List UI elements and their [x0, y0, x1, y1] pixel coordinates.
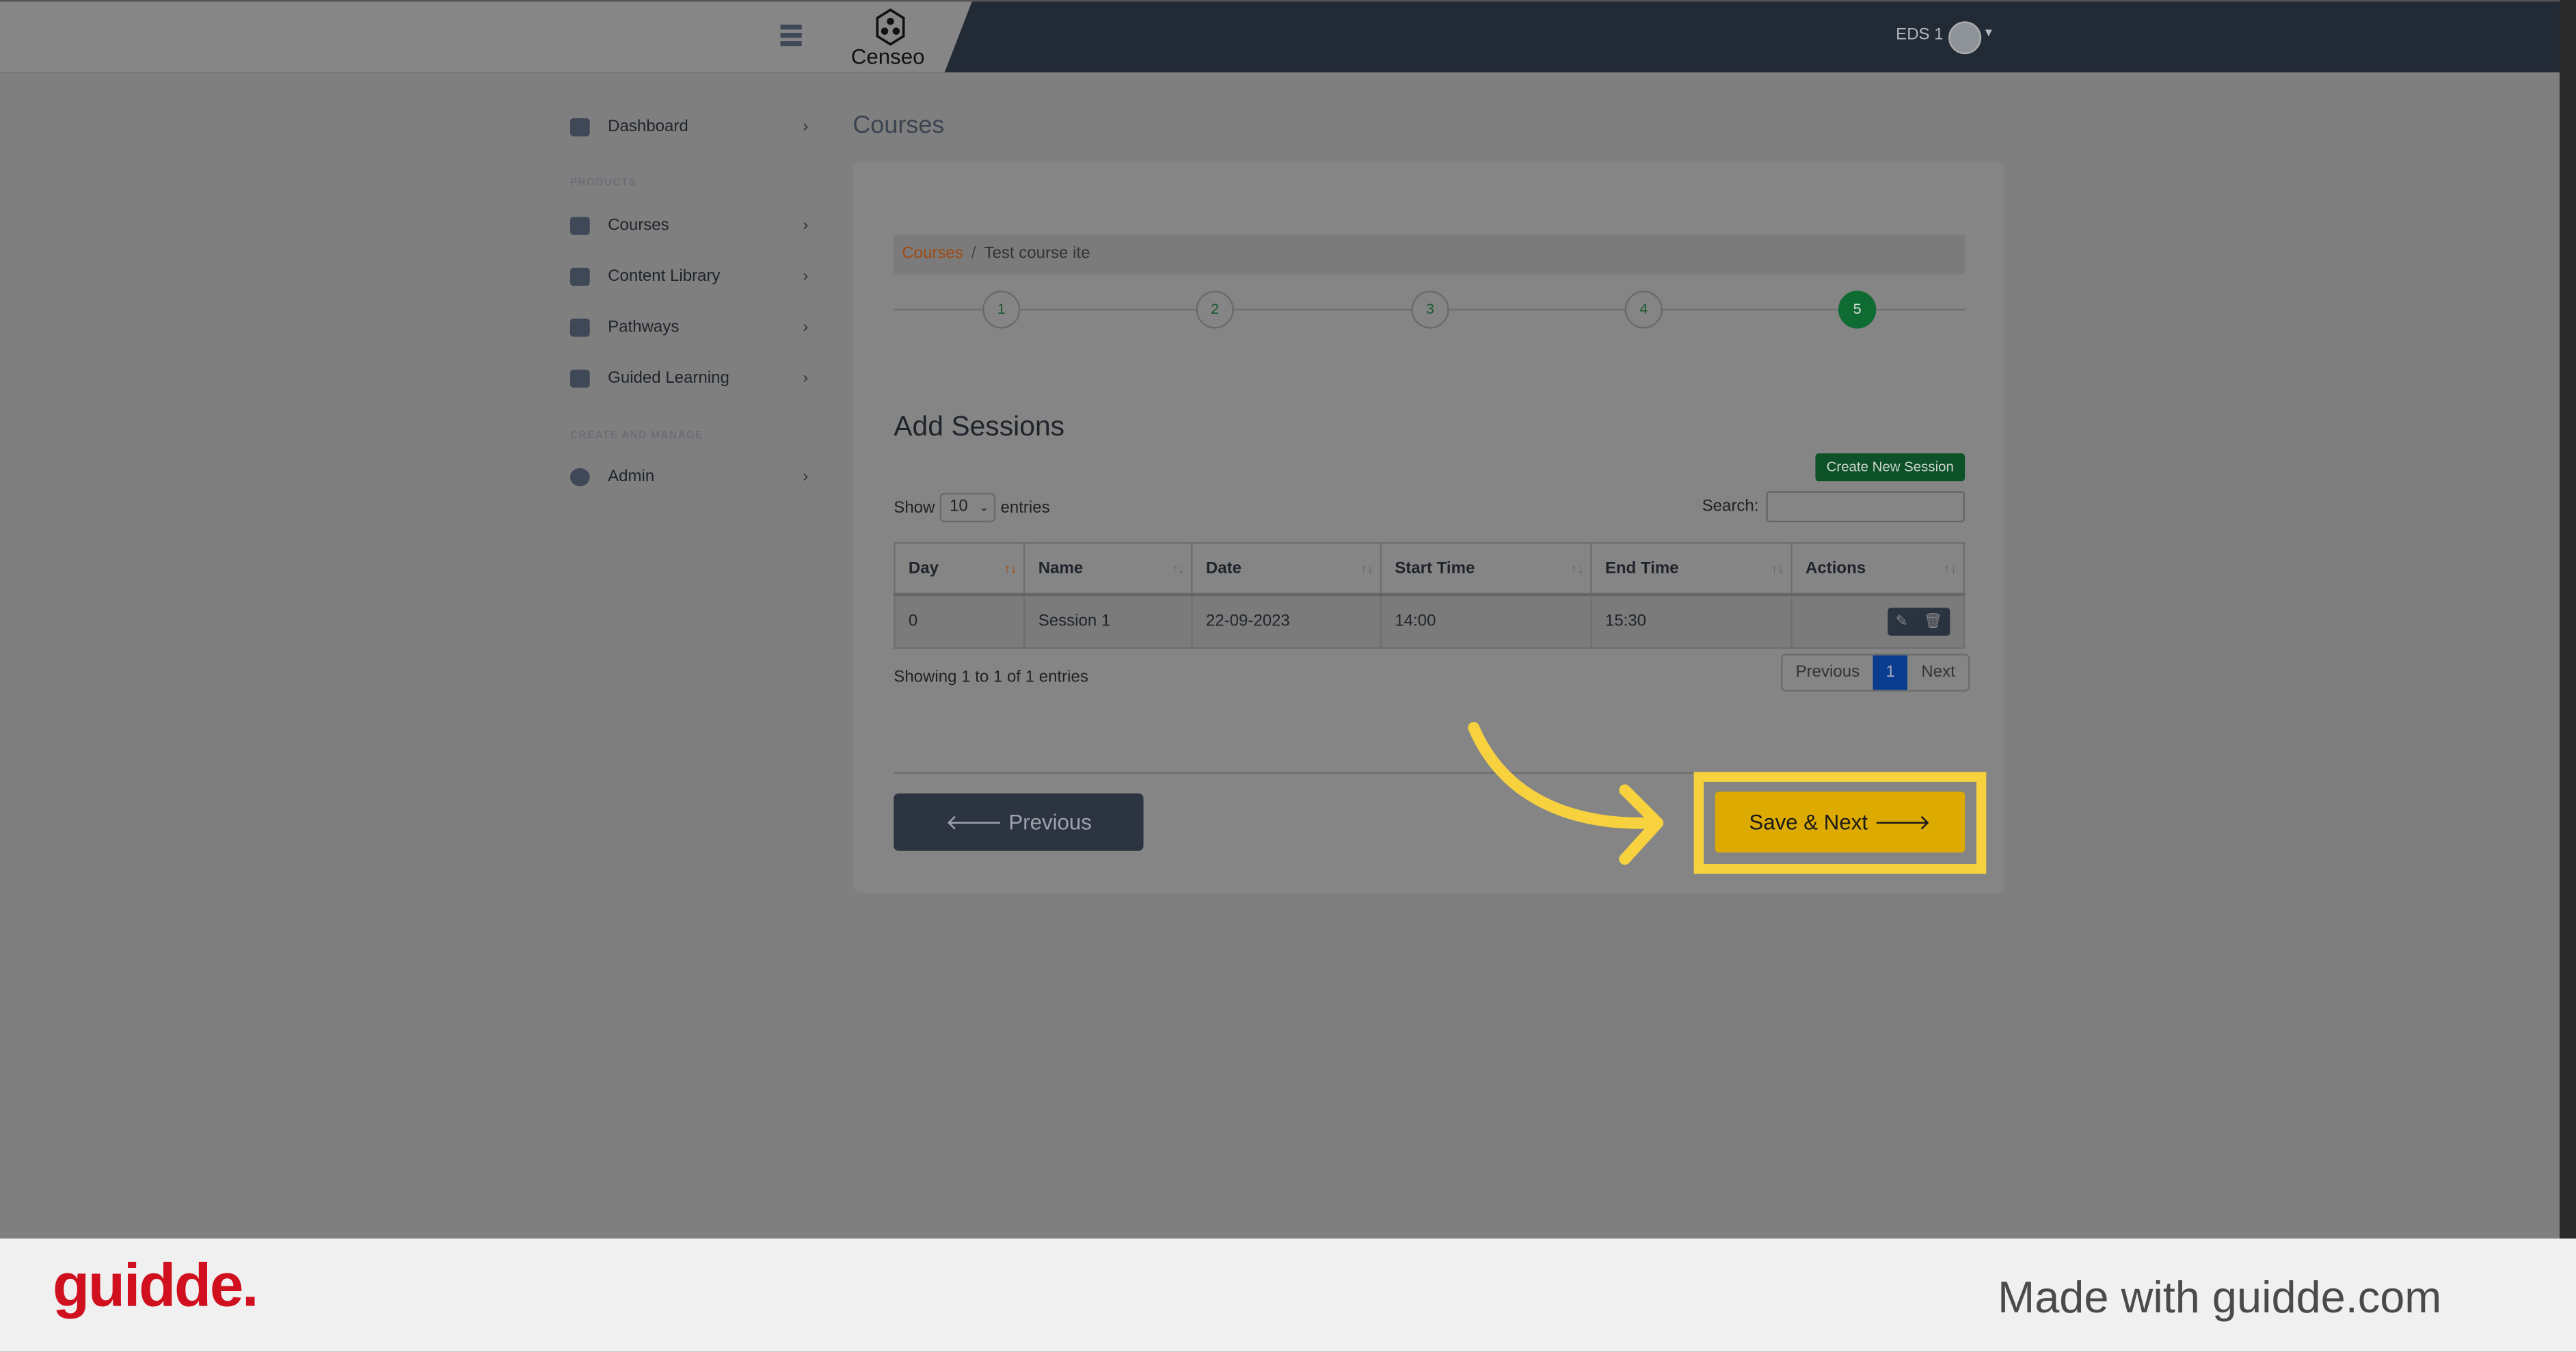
pagination-previous[interactable]: Previous [1782, 655, 1873, 690]
create-new-session-button[interactable]: Create New Session [1815, 453, 1965, 482]
entries-length: Show 10 ⌄ entries [894, 492, 1050, 523]
section-title: Add Sessions [894, 410, 1065, 442]
pointer-arrow-icon [1468, 722, 1664, 865]
breadcrumb-courses[interactable]: Courses [902, 245, 963, 262]
dashboard-icon [569, 118, 590, 137]
sort-asc-icon: ↑↓ [1004, 561, 1017, 577]
col-label: Date [1205, 559, 1242, 578]
col-actions[interactable]: Actions ↑↓ [1790, 542, 1965, 597]
book-icon [569, 267, 590, 286]
page-title: Courses [853, 111, 945, 140]
clipboard-icon [569, 369, 590, 388]
chevron-right-icon: › [803, 217, 809, 235]
pagination-page-1[interactable]: 1 [1873, 655, 1909, 690]
entries-label: entries [1000, 498, 1050, 517]
sidebar-item-label: Courses [608, 217, 669, 235]
sidebar-item-admin[interactable]: Admin › [569, 468, 809, 487]
cell-actions: ✎ 🗑 [1790, 593, 1965, 649]
entries-value: 10 [950, 498, 968, 516]
top-border [0, 0, 2560, 2]
sidebar-item-courses[interactable]: Courses › [569, 217, 809, 235]
save-next-button[interactable]: Save & Next 🡒 [1715, 792, 1965, 853]
made-with-text: Made with guidde.com [1998, 1273, 2442, 1323]
entries-select[interactable]: 10 ⌄ [939, 492, 996, 523]
chevron-right-icon: › [803, 267, 809, 286]
cell-day: 0 [894, 593, 1025, 649]
sidebar-item-pathways[interactable]: Pathways › [569, 319, 809, 337]
courses-icon [569, 217, 590, 235]
sort-icon: ↑↓ [1570, 561, 1584, 577]
search-input[interactable] [1766, 491, 1965, 523]
sort-icon: ↑↓ [1360, 561, 1373, 577]
gear-icon [569, 468, 590, 487]
previous-button[interactable]: 🡐 Previous [894, 793, 1144, 851]
row-actions: ✎ 🗑 [1888, 608, 1950, 636]
col-day[interactable]: Day ↑↓ [894, 542, 1025, 597]
col-label: Name [1038, 559, 1084, 578]
pagination-next[interactable]: Next [1908, 655, 1968, 690]
censeo-logo-icon [876, 8, 905, 46]
cell-start: 14:00 [1380, 593, 1592, 649]
col-label: Actions [1806, 559, 1866, 578]
table-info: Showing 1 to 1 of 1 entries [894, 668, 1088, 687]
col-label: End Time [1605, 559, 1679, 578]
step-4[interactable]: 4 [1624, 290, 1663, 329]
guidde-logo: guidde. [52, 1252, 259, 1319]
show-label: Show [894, 498, 935, 517]
scrollbar[interactable] [2560, 0, 2576, 1239]
col-name[interactable]: Name ↑↓ [1023, 542, 1193, 597]
chevron-right-icon: › [803, 319, 809, 337]
hamburger-menu-icon[interactable] [780, 25, 802, 46]
col-label: Day [908, 559, 939, 578]
chevron-down-icon: ⌄ [979, 502, 989, 515]
cell-date: 22-09-2023 [1191, 593, 1382, 649]
sort-icon: ↑↓ [1171, 561, 1185, 577]
sidebar-item-label: Guided Learning [608, 369, 729, 388]
chevron-right-icon: › [803, 118, 809, 137]
breadcrumb-separator: / [971, 245, 976, 263]
table-row: 0 Session 1 22-09-2023 14:00 15:30 ✎ 🗑 [894, 593, 1965, 649]
sidebar-item-label: Content Library [608, 267, 721, 286]
cell-end: 15:30 [1590, 593, 1793, 649]
section-create-and-manage: CREATE AND MANAGE [569, 430, 703, 442]
sessions-table: Day ↑↓ Name ↑↓ Date ↑↓ Start Time ↑↓ End Tim… [894, 542, 1965, 649]
user-name[interactable]: EDS 1 [1896, 26, 1943, 44]
chevron-right-icon: › [803, 369, 809, 388]
breadcrumb-current: Test course ite [984, 245, 1090, 263]
screen: Censeo EDS 1 ▼ Dashboard › PRODUCTS Cours… [0, 0, 2576, 1352]
step-2[interactable]: 2 [1196, 290, 1234, 329]
step-1[interactable]: 1 [982, 290, 1021, 329]
sidebar-item-content-library[interactable]: Content Library › [569, 267, 809, 286]
cell-name: Session 1 [1023, 593, 1193, 649]
avatar-icon[interactable] [1948, 21, 1982, 55]
sidebar-item-dashboard[interactable]: Dashboard › [569, 118, 809, 137]
award-icon [569, 319, 590, 337]
sort-icon: ↑↓ [1943, 561, 1957, 577]
logo-text[interactable]: Censeo [851, 44, 925, 69]
edit-icon[interactable]: ✎ [1896, 612, 1908, 630]
col-start-time[interactable]: Start Time ↑↓ [1380, 542, 1592, 597]
caret-down-icon[interactable]: ▼ [1983, 28, 1995, 40]
sidebar-item-label: Pathways [608, 319, 680, 337]
trash-icon[interactable]: 🗑 [1924, 612, 1942, 630]
chevron-right-icon: › [803, 468, 809, 487]
step-3[interactable]: 3 [1411, 290, 1449, 329]
sort-icon: ↑↓ [1771, 561, 1784, 577]
sidebar-item-guided-learning[interactable]: Guided Learning › [569, 369, 809, 388]
col-end-time[interactable]: End Time ↑↓ [1590, 542, 1793, 597]
search-label: Search: [1702, 498, 1759, 516]
pagination: Previous 1 Next [1780, 653, 1970, 692]
col-label: Start Time [1395, 559, 1475, 578]
breadcrumb: Courses / Test course ite [894, 234, 1965, 275]
col-date[interactable]: Date ↑↓ [1191, 542, 1382, 597]
top-bar-logo-area [0, 0, 973, 72]
step-5[interactable]: 5 [1838, 290, 1877, 329]
sidebar-item-label: Dashboard [608, 118, 688, 137]
sidebar-item-label: Admin [608, 468, 655, 487]
section-products: PRODUCTS [569, 177, 637, 189]
